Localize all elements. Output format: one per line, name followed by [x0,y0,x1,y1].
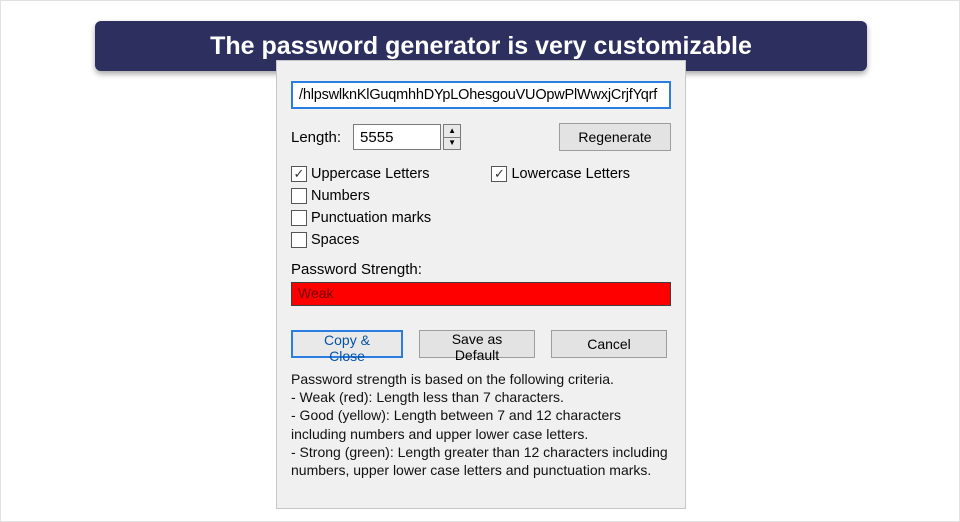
password-generator-dialog: Length: ▲ ▼ Regenerate ✓ Uppercase Lette… [276,60,686,509]
strength-label: Password Strength: [291,261,671,278]
numbers-checkbox[interactable] [291,188,307,204]
stepper-down-icon[interactable]: ▼ [444,138,460,150]
uppercase-label: Uppercase Letters [311,166,429,182]
options-group: ✓ Uppercase Letters ✓ Lowercase Letters … [291,163,671,251]
length-label: Length: [291,129,341,146]
punctuation-checkbox[interactable] [291,210,307,226]
uppercase-checkbox[interactable]: ✓ [291,166,307,182]
length-input[interactable] [353,124,441,150]
generated-password-input[interactable] [291,81,671,109]
spaces-label: Spaces [311,232,359,248]
punctuation-label: Punctuation marks [311,210,431,226]
length-stepper[interactable]: ▲ ▼ [443,124,461,150]
criteria-text: Password strength is based on the follow… [291,370,677,479]
criteria-good: - Good (yellow): Length between 7 and 12… [291,406,677,442]
save-default-button[interactable]: Save as Default [419,330,535,358]
lowercase-label: Lowercase Letters [511,166,629,182]
spaces-checkbox[interactable] [291,232,307,248]
dialog-button-row: Copy & Close Save as Default Cancel [291,330,671,358]
regenerate-button[interactable]: Regenerate [559,123,671,151]
cancel-button[interactable]: Cancel [551,330,667,358]
strength-bar: Weak [291,282,671,306]
numbers-label: Numbers [311,188,370,204]
criteria-strong: - Strong (green): Length greater than 12… [291,443,677,479]
copy-close-button[interactable]: Copy & Close [291,330,403,358]
criteria-weak: - Weak (red): Length less than 7 charact… [291,388,677,406]
criteria-intro: Password strength is based on the follow… [291,370,677,388]
lowercase-checkbox[interactable]: ✓ [491,166,507,182]
length-row: Length: ▲ ▼ Regenerate [291,123,671,151]
stepper-up-icon[interactable]: ▲ [444,125,460,138]
